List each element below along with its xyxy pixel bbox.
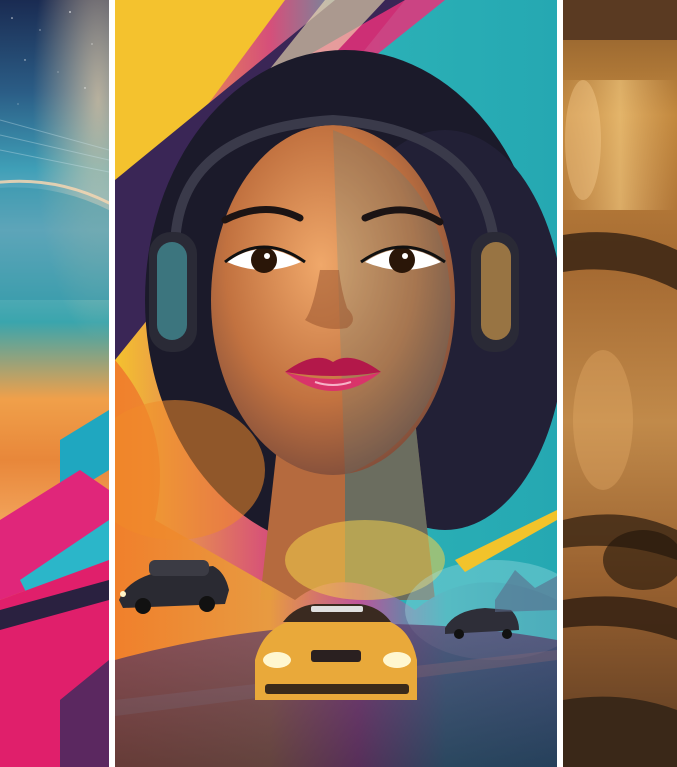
right-panel — [563, 0, 677, 767]
center-panel — [115, 0, 557, 767]
triptych-image — [0, 0, 677, 767]
retro-poster-art — [115, 0, 557, 767]
golden-helmet-art — [563, 0, 677, 767]
left-panel — [0, 0, 109, 767]
space-horizon-art — [0, 0, 109, 767]
